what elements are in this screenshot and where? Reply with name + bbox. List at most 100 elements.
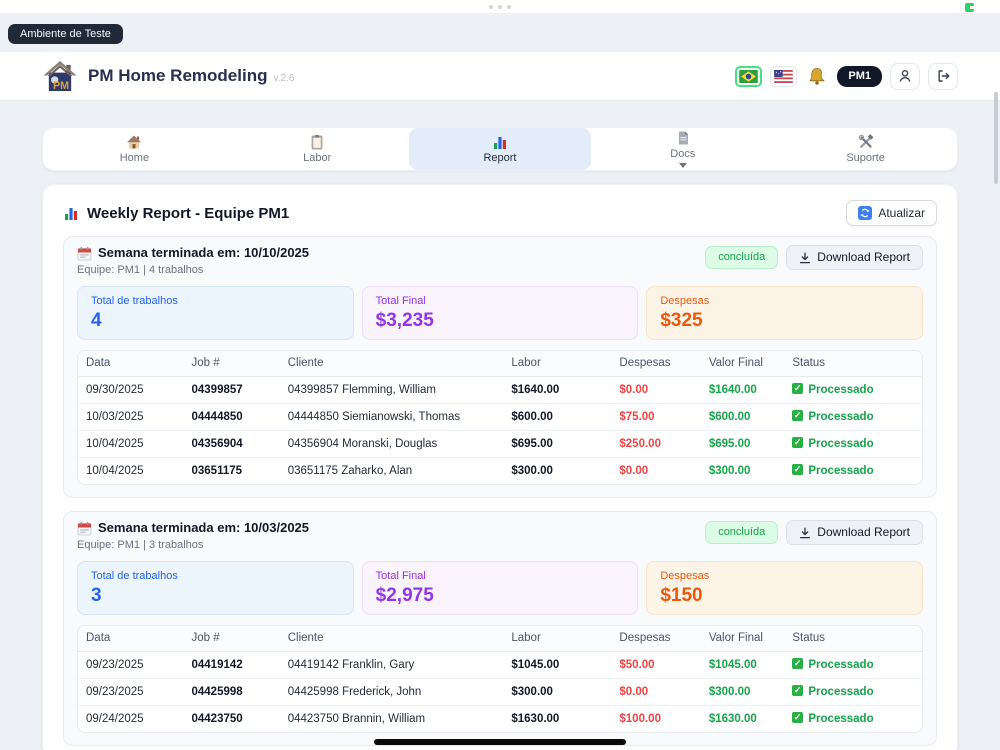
week-stats: Total de trabalhos 3 Total Final $2,975 … bbox=[77, 561, 924, 615]
stat-label: Total Final bbox=[375, 570, 426, 582]
main-nav: Home Labor Report Docs Suporte bbox=[42, 127, 958, 171]
tab-suporte[interactable]: Suporte bbox=[774, 128, 957, 170]
check-icon bbox=[792, 657, 804, 670]
cell-expenses: $50.00 bbox=[611, 651, 701, 679]
tab-label: Home bbox=[119, 152, 150, 164]
column-header: Cliente bbox=[279, 351, 504, 377]
download-label: Download Report bbox=[817, 525, 910, 539]
brazil-flag-button[interactable] bbox=[735, 65, 763, 87]
app-header: PM PM Home Remodeling v.2.6 PM1 bbox=[0, 52, 1000, 101]
extension-icon[interactable] bbox=[965, 3, 974, 12]
week-stats: Total de trabalhos 4 Total Final $3,235 … bbox=[77, 286, 924, 340]
status-text: Processado bbox=[808, 438, 874, 450]
tab-label: Docs bbox=[670, 148, 696, 160]
status-text: Processado bbox=[808, 713, 874, 725]
cell-client: 04425998 Frederick, John bbox=[279, 678, 504, 706]
person-icon bbox=[899, 70, 911, 82]
logout-button[interactable] bbox=[928, 62, 958, 90]
table-row: 09/23/2025 04419142 04419142 Franklin, G… bbox=[78, 651, 922, 679]
cell-status: Processado bbox=[784, 430, 922, 458]
status-badge: concluída bbox=[705, 521, 779, 544]
cell-expenses: $250.00 bbox=[611, 430, 701, 458]
usa-flag-button[interactable] bbox=[770, 65, 798, 87]
cell-client: 03651175 Zaharko, Alan bbox=[287, 464, 413, 477]
stat-label: Total de trabalhos bbox=[91, 295, 178, 307]
cell-client: 04399857 Flemming, William bbox=[279, 376, 504, 404]
tab-labor[interactable]: Labor bbox=[226, 128, 409, 170]
home-indicator-bar[interactable] bbox=[374, 739, 626, 745]
tab-report[interactable]: Report bbox=[408, 128, 592, 170]
download-report-button[interactable]: Download Report bbox=[786, 245, 923, 270]
cell-labor: $695.00 bbox=[503, 430, 612, 458]
stat-value: $325 bbox=[660, 310, 703, 331]
notifications-bell-button[interactable] bbox=[805, 67, 829, 86]
week-table: Data Job # Cliente Labor Despesas Valor … bbox=[77, 625, 923, 733]
profile-button[interactable] bbox=[890, 62, 920, 90]
cell-client: 04444850 Siemianowski, Thomas bbox=[279, 403, 504, 431]
table-body: 09/23/2025 04419142 04419142 Franklin, G… bbox=[78, 651, 922, 733]
cell-date: 09/23/2025 bbox=[78, 651, 184, 679]
cell-final-value: $600.00 bbox=[700, 403, 785, 431]
column-header: Labor bbox=[503, 351, 612, 377]
cell-date: 10/04/2025 bbox=[78, 430, 184, 458]
table-row: 10/04/2025 04356904 04356904 Moranski, D… bbox=[78, 430, 922, 458]
tab-home[interactable]: Home bbox=[43, 128, 226, 170]
download-report-button[interactable]: Download Report bbox=[786, 520, 923, 545]
stat-total-final: Total Final $2,975 bbox=[361, 561, 639, 615]
tab-docs[interactable]: Docs bbox=[591, 128, 774, 170]
week-subtitle: Equipe: PM1 | 3 trabalhos bbox=[77, 539, 204, 551]
cell-expenses: $75.00 bbox=[611, 403, 701, 431]
svg-text:PM: PM bbox=[53, 80, 69, 92]
scrollbar-thumb[interactable] bbox=[994, 92, 998, 184]
refresh-icon bbox=[858, 206, 873, 220]
refresh-button[interactable]: Atualizar bbox=[846, 200, 937, 226]
chrome-bar bbox=[0, 0, 1000, 14]
page-title-text: Weekly Report - Equipe PM1 bbox=[87, 204, 290, 222]
status-text: Processado bbox=[808, 411, 874, 423]
cell-client: 04356904 Moranski, Douglas bbox=[279, 430, 504, 458]
column-header: Job # bbox=[183, 626, 280, 652]
app-logo-house-icon: PM bbox=[43, 60, 77, 92]
cell-client: 04419142 Franklin, Gary bbox=[279, 651, 504, 679]
cell-labor: $1640.00 bbox=[503, 376, 612, 404]
calendar-icon bbox=[77, 246, 92, 260]
cell-labor: $300.00 bbox=[511, 464, 553, 477]
cell-expenses: $0.00 bbox=[619, 464, 649, 477]
cell-date: 09/30/2025 bbox=[78, 376, 184, 404]
cell-status: Processado bbox=[784, 678, 922, 706]
cell-labor: $1630.00 bbox=[511, 712, 560, 725]
calendar-icon bbox=[77, 521, 92, 535]
column-header: Cliente bbox=[279, 626, 504, 652]
app-title: PM Home Remodeling bbox=[88, 66, 268, 85]
clipboard-icon bbox=[311, 135, 323, 150]
week-section: Semana terminada em: 10/03/2025 Equipe: … bbox=[63, 511, 937, 746]
stat-total-jobs: Total de trabalhos 3 bbox=[77, 561, 354, 615]
window-controls-dots bbox=[489, 5, 511, 9]
table-header-row: Data Job # Cliente Labor Despesas Valor … bbox=[78, 351, 922, 377]
week-subtitle: Equipe: PM1 | 4 trabalhos bbox=[77, 264, 204, 276]
cell-final-value: $300.00 bbox=[708, 464, 751, 477]
cell-client: 04423750 Brannin, William bbox=[287, 712, 426, 725]
cell-job-number: 04423750 bbox=[191, 712, 243, 725]
stat-label: Despesas bbox=[660, 570, 710, 582]
cell-expenses: $0.00 bbox=[611, 678, 701, 706]
cell-status: Processado bbox=[784, 376, 922, 404]
environment-badge: Ambiente de Teste bbox=[8, 24, 123, 44]
column-header: Valor Final bbox=[700, 351, 785, 377]
team-badge[interactable]: PM1 bbox=[837, 65, 882, 87]
table-row: 09/30/2025 04399857 04399857 Flemming, W… bbox=[78, 376, 922, 404]
chevron-down-icon bbox=[678, 163, 687, 168]
cell-date: 09/24/2025 bbox=[86, 712, 144, 725]
logout-icon bbox=[938, 70, 950, 82]
bar-chart-icon bbox=[493, 137, 506, 149]
check-icon bbox=[792, 436, 804, 449]
column-header: Labor bbox=[503, 626, 612, 652]
week-head-left: Semana terminada em: 10/10/2025 Equipe: … bbox=[77, 245, 309, 277]
stat-total-final: Total Final $3,235 bbox=[361, 286, 639, 340]
table-row: 10/03/2025 04444850 04444850 Siemianowsk… bbox=[78, 403, 922, 431]
cell-final-value: $1630.00 bbox=[708, 712, 757, 725]
page-title: Weekly Report - Equipe PM1 bbox=[63, 205, 289, 222]
download-label: Download Report bbox=[817, 250, 910, 264]
status-text: Processado bbox=[808, 686, 874, 698]
cell-date: 09/23/2025 bbox=[78, 678, 184, 706]
